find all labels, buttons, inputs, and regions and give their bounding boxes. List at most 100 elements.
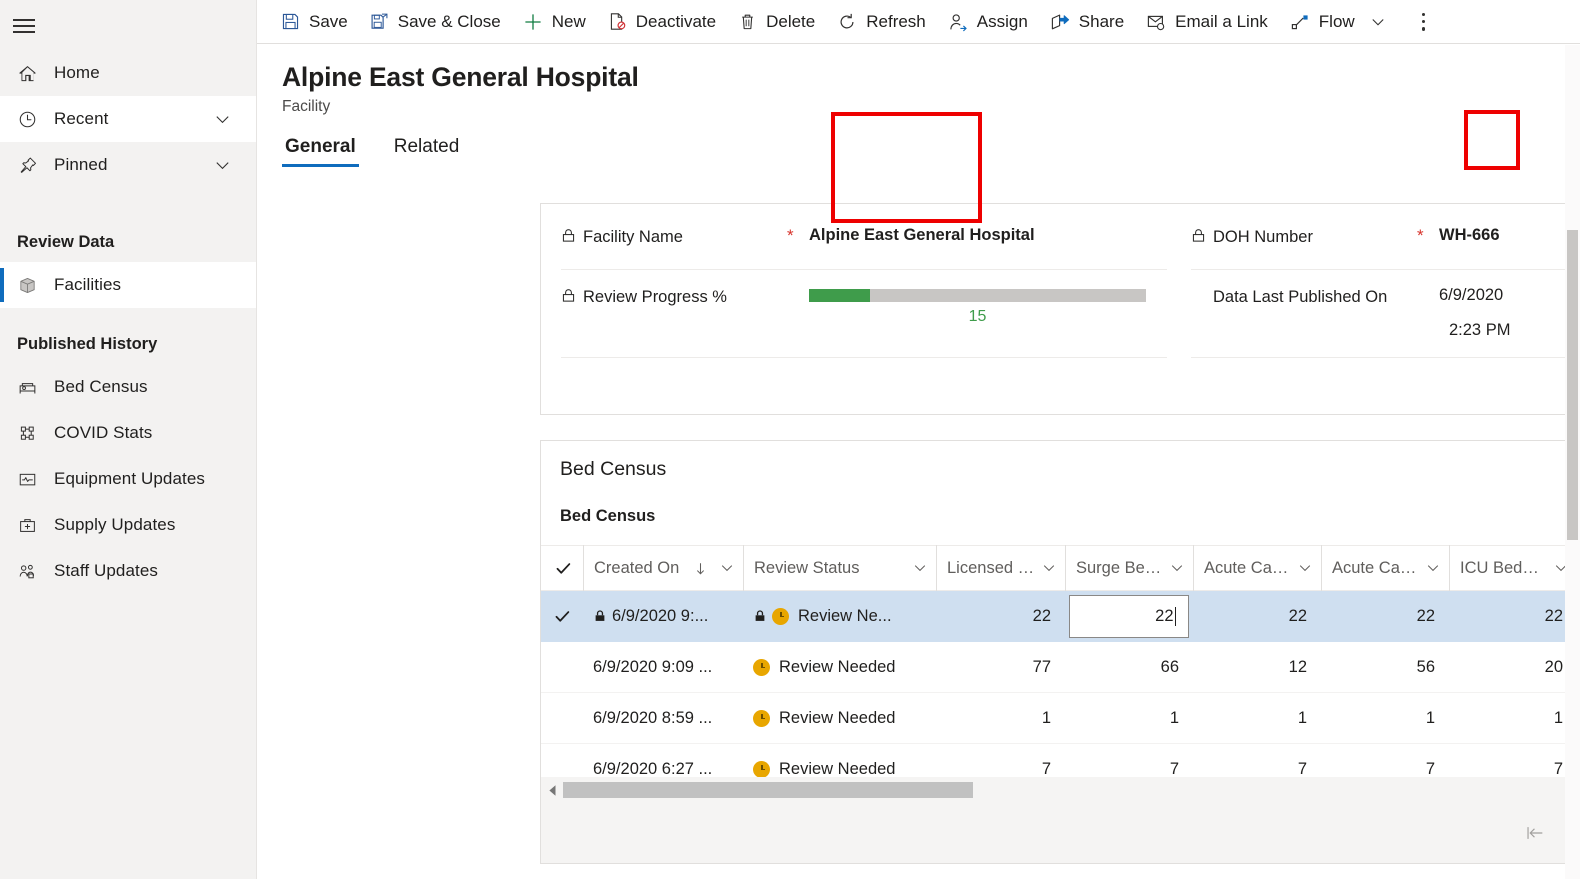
chevron-down-icon[interactable] bbox=[1297, 560, 1313, 576]
chevron-down-icon[interactable] bbox=[213, 156, 232, 175]
chevron-down-icon[interactable] bbox=[1041, 560, 1057, 576]
review-progress-control[interactable]: 15 bbox=[809, 286, 1167, 326]
flow-button[interactable]: Flow bbox=[1279, 0, 1398, 44]
cell-review-status[interactable]: Review Ne... bbox=[743, 591, 936, 642]
chevron-down-icon[interactable] bbox=[1169, 560, 1185, 576]
field-label: Review Progress % bbox=[561, 286, 783, 308]
deactivate-button[interactable]: Deactivate bbox=[597, 0, 727, 44]
sort-ascending-icon bbox=[693, 561, 708, 576]
published-date-value[interactable]: 6/9/2020 bbox=[1439, 286, 1580, 305]
chevron-down-icon[interactable] bbox=[1425, 560, 1441, 576]
assign-person-icon bbox=[948, 12, 968, 32]
page-vertical-scrollbar[interactable] bbox=[1565, 45, 1580, 879]
progress-track bbox=[809, 289, 1146, 302]
cell-licensed-beds[interactable]: 22 bbox=[936, 591, 1065, 642]
refresh-button[interactable]: Refresh bbox=[826, 0, 937, 44]
facility-name-value[interactable]: Alpine East General Hospital bbox=[809, 226, 1167, 245]
cell-icu-beds-1[interactable]: 22 bbox=[1449, 591, 1577, 642]
sidebar-item-equipment-updates[interactable]: Equipment Updates bbox=[0, 456, 256, 502]
scrollbar-thumb[interactable] bbox=[1567, 230, 1578, 540]
new-button[interactable]: New bbox=[512, 0, 597, 44]
cell-acute-care-2[interactable]: 22 bbox=[1321, 591, 1449, 642]
table-row[interactable]: 6/9/2020 9:... Review Ne... 22 22 22 22 … bbox=[541, 591, 1580, 642]
cell-created-on[interactable]: 6/9/2020 9:09 ... bbox=[583, 642, 743, 693]
app-root: Home Recent Pinned Review Data Facilitie… bbox=[0, 0, 1580, 879]
scroll-left-arrow-icon[interactable] bbox=[541, 784, 563, 797]
menu-icon[interactable] bbox=[0, 2, 48, 50]
sidebar-item-staff-updates[interactable]: Staff Updates bbox=[0, 548, 256, 594]
lock-icon bbox=[561, 228, 576, 243]
cell-icu-beds-1[interactable]: 1 bbox=[1449, 693, 1577, 744]
column-header-licensed-beds[interactable]: Licensed B... bbox=[936, 545, 1065, 591]
row-checkbox[interactable] bbox=[541, 693, 583, 744]
email-a-link-button[interactable]: Email a Link bbox=[1135, 0, 1279, 44]
cell-licensed-beds[interactable]: 77 bbox=[936, 642, 1065, 693]
cell-created-on[interactable]: 6/9/2020 9:... bbox=[583, 591, 743, 642]
scrollbar-thumb[interactable] bbox=[563, 782, 973, 798]
cell-surge-beds[interactable]: 66 bbox=[1065, 642, 1193, 693]
chevron-down-icon[interactable] bbox=[213, 110, 232, 129]
column-header-surge-beds[interactable]: Surge Beds... bbox=[1065, 545, 1193, 591]
cell-acute-care-2[interactable]: 56 bbox=[1321, 642, 1449, 693]
cell-review-status[interactable]: Review Needed bbox=[743, 642, 936, 693]
cell-acute-care-1[interactable]: 1 bbox=[1193, 693, 1321, 744]
cell-acute-care-1[interactable]: 12 bbox=[1193, 642, 1321, 693]
sidebar-item-bed-census[interactable]: Bed Census bbox=[0, 364, 256, 410]
column-header-created-on[interactable]: Created On bbox=[583, 545, 743, 591]
sidebar-item-pinned[interactable]: Pinned bbox=[0, 142, 256, 188]
save-button[interactable]: Save bbox=[270, 0, 359, 44]
cell-acute-care-1[interactable]: 22 bbox=[1193, 591, 1321, 642]
grid-horizontal-scrollbar[interactable] bbox=[541, 777, 1580, 803]
column-header-acute-care-2[interactable]: Acute Care ... bbox=[1321, 545, 1449, 591]
table-row[interactable]: 6/9/2020 8:59 ... Review Needed 1 1 1 1 … bbox=[541, 693, 1580, 744]
column-header-acute-care-1[interactable]: Acute Care ... bbox=[1193, 545, 1321, 591]
sidebar-item-facilities[interactable]: Facilities bbox=[0, 262, 256, 308]
column-header-review-status[interactable]: Review Status bbox=[743, 545, 936, 591]
chevron-down-icon[interactable] bbox=[912, 560, 928, 576]
progress-fill bbox=[809, 289, 870, 302]
table-row[interactable]: 6/9/2020 9:09 ... Review Needed 77 66 12… bbox=[541, 642, 1580, 693]
save-and-close-button[interactable]: Save & Close bbox=[359, 0, 512, 44]
more-commands-icon[interactable] bbox=[1412, 0, 1436, 44]
cell-review-status[interactable]: Review Needed bbox=[743, 693, 936, 744]
scrollbar-track[interactable] bbox=[563, 782, 1580, 798]
refresh-icon bbox=[837, 12, 857, 32]
surge-beds-input[interactable]: 22 bbox=[1069, 594, 1189, 638]
progress-value: 15 bbox=[968, 308, 987, 325]
column-header-icu-beds-1[interactable]: ICU Beds (... bbox=[1449, 545, 1577, 591]
cell-icu-beds-1[interactable]: 20 bbox=[1449, 642, 1577, 693]
datetime-values: 6/9/2020 2:23 PM bbox=[1439, 286, 1580, 340]
tab-general[interactable]: General bbox=[282, 133, 359, 167]
sidebar-item-covid-stats[interactable]: COVID Stats bbox=[0, 410, 256, 456]
sidebar-item-label: Recent bbox=[54, 109, 109, 128]
published-time-value[interactable]: 2:23 PM bbox=[1439, 321, 1580, 340]
field-data-last-published-on: Data Last Published On 6/9/2020 2:23 PM bbox=[1191, 270, 1580, 358]
info-column-left: Facility Name * Alpine East General Hosp… bbox=[541, 204, 1167, 414]
doh-number-value[interactable]: WH-666 bbox=[1439, 226, 1580, 245]
cell-surge-beds[interactable]: 1 bbox=[1065, 693, 1193, 744]
column-header-label: Review Status bbox=[754, 558, 860, 577]
home-icon bbox=[17, 63, 45, 84]
chevron-down-icon[interactable] bbox=[1369, 13, 1387, 31]
sidebar-item-home[interactable]: Home bbox=[0, 50, 256, 96]
share-button[interactable]: Share bbox=[1039, 0, 1135, 44]
field-review-progress: Review Progress % 15 bbox=[561, 270, 1167, 358]
command-label: Assign bbox=[976, 11, 1028, 31]
command-label: Share bbox=[1078, 11, 1125, 31]
select-all-checkbox[interactable] bbox=[541, 545, 583, 591]
delete-button[interactable]: Delete bbox=[727, 0, 826, 44]
sidebar-item-supply-updates[interactable]: Supply Updates bbox=[0, 502, 256, 548]
cell-surge-beds-editor[interactable]: 22 bbox=[1065, 591, 1193, 642]
chevron-down-icon[interactable] bbox=[719, 560, 735, 576]
cell-value: Review Ne... bbox=[798, 606, 892, 625]
cell-licensed-beds[interactable]: 1 bbox=[936, 693, 1065, 744]
cell-created-on[interactable]: 6/9/2020 8:59 ... bbox=[583, 693, 743, 744]
sidebar-item-recent[interactable]: Recent bbox=[0, 96, 256, 142]
cell-acute-care-2[interactable]: 1 bbox=[1321, 693, 1449, 744]
first-page-icon[interactable] bbox=[1504, 824, 1566, 842]
row-checkbox[interactable] bbox=[541, 591, 583, 642]
assign-button[interactable]: Assign bbox=[937, 0, 1039, 44]
row-checkbox[interactable] bbox=[541, 642, 583, 693]
tab-related[interactable]: Related bbox=[391, 133, 463, 167]
lock-icon bbox=[753, 609, 767, 623]
